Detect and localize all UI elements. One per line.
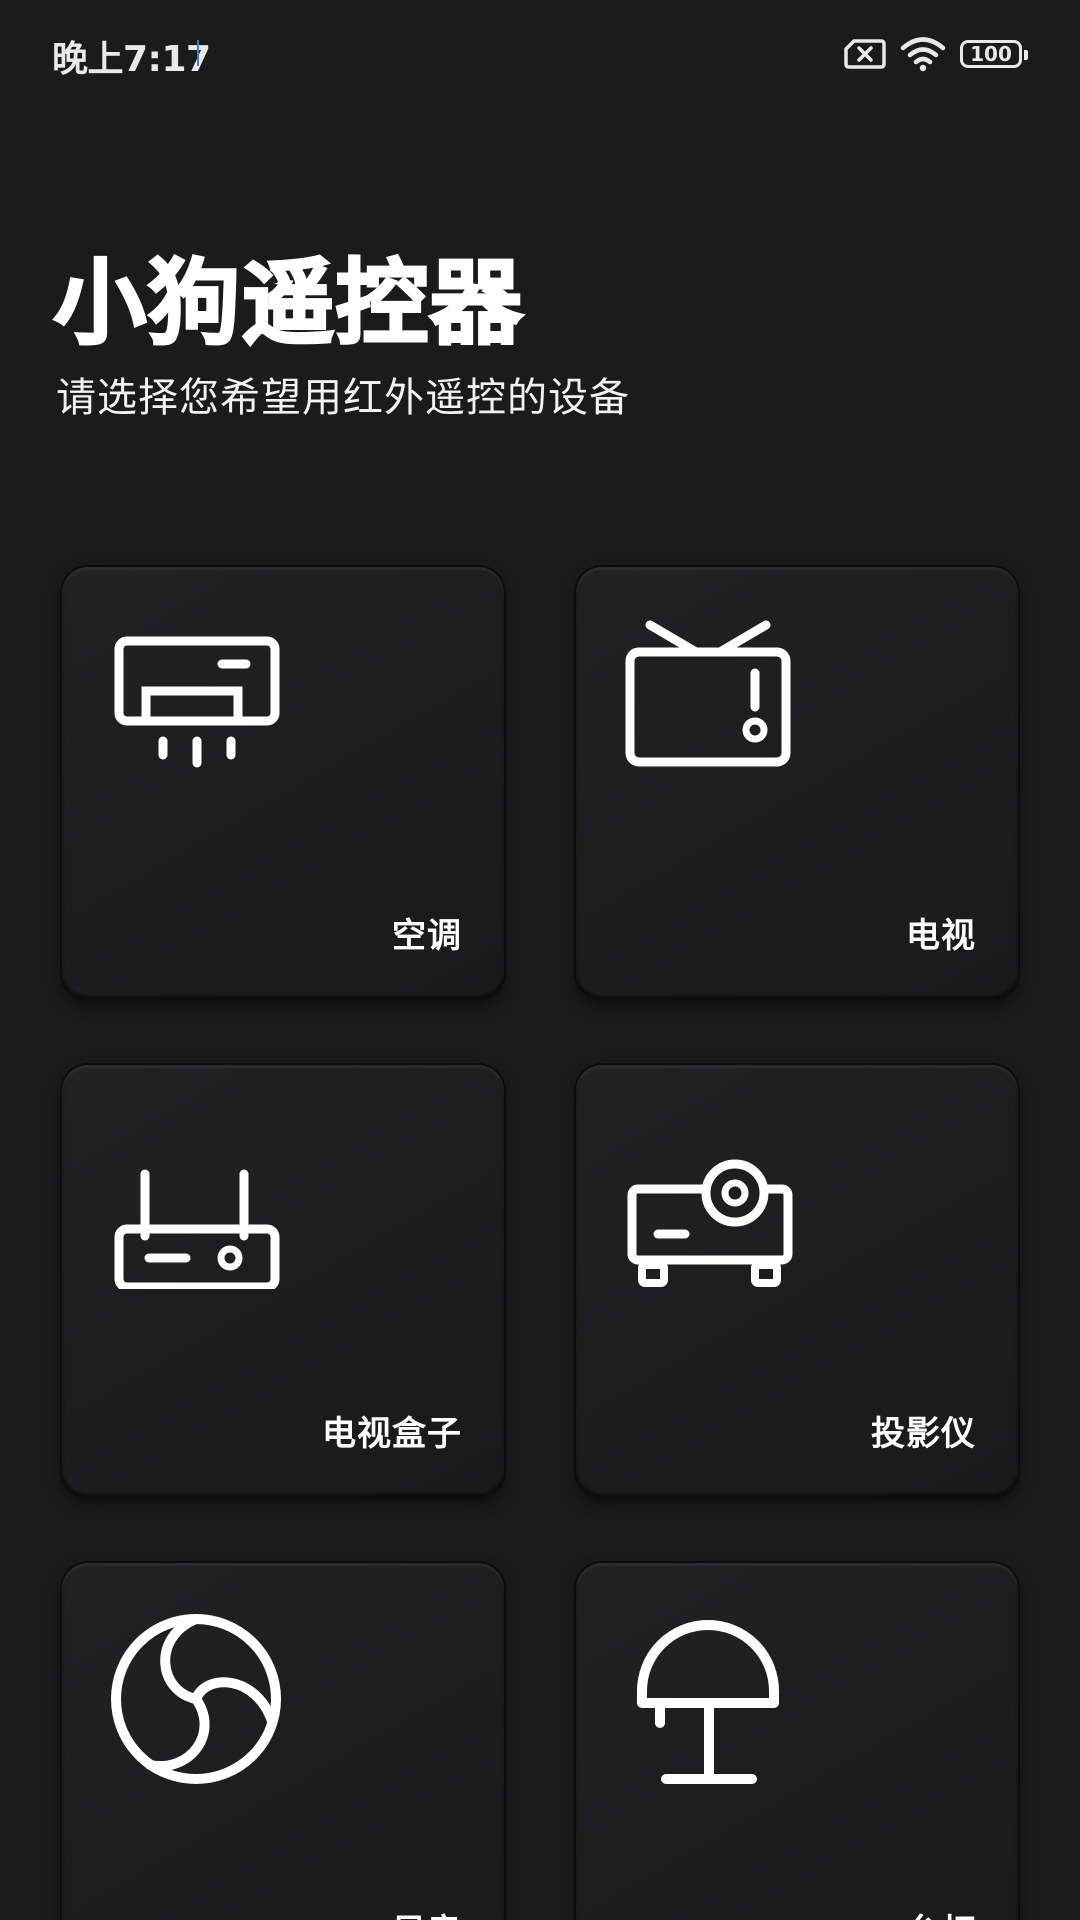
wifi-icon [900, 37, 946, 72]
tv-icon [625, 620, 791, 767]
projector-icon [627, 1159, 793, 1287]
air-conditioner-icon [114, 636, 280, 768]
device-card-tv[interactable]: 电视 [576, 567, 1018, 999]
device-label: 台灯 [906, 1915, 976, 1920]
device-card-air-conditioner[interactable]: 空调 [62, 567, 504, 999]
device-card-lamp[interactable]: 台灯 [576, 1563, 1018, 1920]
tv-box-icon [114, 1169, 280, 1289]
battery-icon: 100 [960, 40, 1028, 68]
status-time: 晚上7:17 [52, 39, 211, 80]
lamp-icon [637, 1620, 779, 1784]
status-icons: 100 [844, 34, 1028, 74]
app-subtitle: 请选择您希望用红外遥控的设备 [56, 375, 630, 421]
device-card-tv-box[interactable]: 电视盒子 [62, 1065, 504, 1497]
status-bar: 晚上7:17 100 [0, 0, 1080, 110]
battery-tip [1024, 50, 1028, 60]
app-title: 小狗遥控器 [52, 250, 525, 357]
device-label: 电视盒子 [322, 1414, 462, 1454]
device-label: 电视 [906, 916, 976, 956]
device-label: 投影仪 [871, 1414, 976, 1454]
device-card-projector[interactable]: 投影仪 [576, 1065, 1018, 1497]
sim-error-icon [844, 39, 886, 69]
status-time-indicator [197, 40, 199, 66]
device-label: 风扇 [392, 1915, 462, 1920]
fan-icon [111, 1614, 281, 1784]
battery-level: 100 [970, 42, 1012, 66]
device-card-fan[interactable]: 风扇 [62, 1563, 504, 1920]
device-label: 空调 [392, 916, 462, 956]
